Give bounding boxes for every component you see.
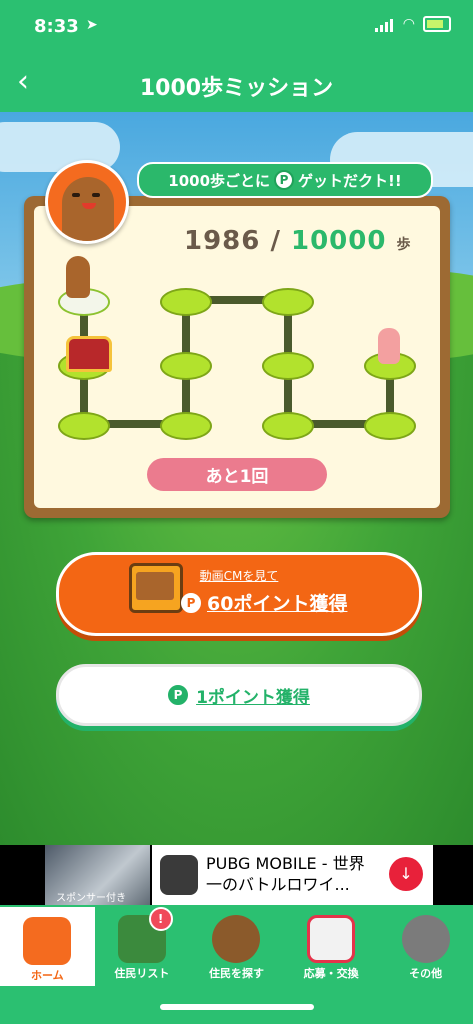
track-node xyxy=(364,412,416,440)
get-point-label: 1ポイント獲得 xyxy=(196,687,310,708)
step-counter: 1986 / 10000 歩 xyxy=(184,226,412,256)
location-icon: ➤ xyxy=(86,17,98,33)
cm-small-label: 動画CMを見て xyxy=(199,569,279,583)
track-node xyxy=(160,352,212,380)
ad-title: PUBG MOBILE - 世界一のバトルロワイ... xyxy=(206,854,365,894)
tab-find-resident[interactable]: 住民を探す xyxy=(189,905,284,988)
steps-separator: / xyxy=(270,226,281,256)
page-title: 1000歩ミッション xyxy=(139,76,334,101)
gear-icon xyxy=(401,915,450,963)
current-steps: 1986 xyxy=(184,226,261,256)
gift-icon xyxy=(307,915,356,963)
mascot-avatar xyxy=(45,160,129,244)
point-coin-icon: P xyxy=(181,592,201,613)
track-node xyxy=(262,288,314,316)
bubble-prefix: 1000歩ごとに xyxy=(168,171,271,190)
wifi-icon: ◠ xyxy=(402,16,415,32)
ad-banner[interactable]: スポンサー付き PUBG MOBILE - 世界一のバトルロワイ... ↓ xyxy=(0,845,473,905)
tab-label: 住民を探す xyxy=(208,967,264,980)
status-icons: ◠ xyxy=(374,16,451,32)
treasure-chest-icon xyxy=(66,336,112,372)
track-node xyxy=(262,352,314,380)
ad-sponsor-label: スポンサー付き xyxy=(56,893,126,904)
tab-other[interactable]: その他 xyxy=(378,905,473,988)
notification-badge: ! xyxy=(148,907,173,931)
point-coin-icon: P xyxy=(274,170,295,190)
get-point-button[interactable]: P 1ポイント獲得 xyxy=(56,664,422,726)
download-icon[interactable]: ↓ xyxy=(389,857,423,891)
point-coin-icon: P xyxy=(168,685,189,705)
binoculars-icon xyxy=(212,915,261,963)
track-node xyxy=(160,288,212,316)
tab-bar: ホーム ! 住民リスト 住民を探す 応募・交換 その他 xyxy=(0,905,473,988)
status-time: 8:33 xyxy=(34,16,79,37)
track-node xyxy=(58,412,110,440)
track-node xyxy=(262,412,314,440)
house-icon xyxy=(23,917,72,965)
tab-apply-exchange[interactable]: 応募・交換 xyxy=(284,905,379,988)
tab-label: 応募・交換 xyxy=(303,967,359,980)
cm-points-label: 60ポイント獲得 xyxy=(207,593,348,615)
tab-label: その他 xyxy=(409,967,443,980)
ad-card[interactable]: PUBG MOBILE - 世界一のバトルロワイ... ↓ xyxy=(152,845,433,905)
top-bar: 8:33 ➤ ◠ ‹ 1000歩ミッション xyxy=(0,0,473,112)
watch-cm-button[interactable]: 動画CMを見て P 60ポイント獲得 xyxy=(56,552,422,636)
tab-resident-list[interactable]: ! 住民リスト xyxy=(95,905,190,988)
pig-character-icon xyxy=(378,328,400,364)
steps-unit: 歩 xyxy=(396,237,412,253)
signal-icon xyxy=(374,16,395,32)
tab-label: 住民リスト xyxy=(114,967,170,980)
goal-steps: 10000 xyxy=(291,226,387,256)
app-icon xyxy=(160,855,198,895)
bubble-suffix: ゲットだクト!! xyxy=(298,171,402,190)
track-node xyxy=(160,412,212,440)
battery-icon xyxy=(423,16,451,32)
mission-bubble: 1000歩ごとに P ゲットだクト!! xyxy=(137,162,433,198)
bear-character-icon xyxy=(66,256,90,298)
tab-label: ホーム xyxy=(30,969,64,982)
remaining-badge: あと1回 xyxy=(147,458,327,491)
tab-home[interactable]: ホーム xyxy=(0,907,95,986)
home-indicator xyxy=(160,1004,314,1010)
cm-main-label: P 60ポイント獲得 xyxy=(181,589,347,616)
